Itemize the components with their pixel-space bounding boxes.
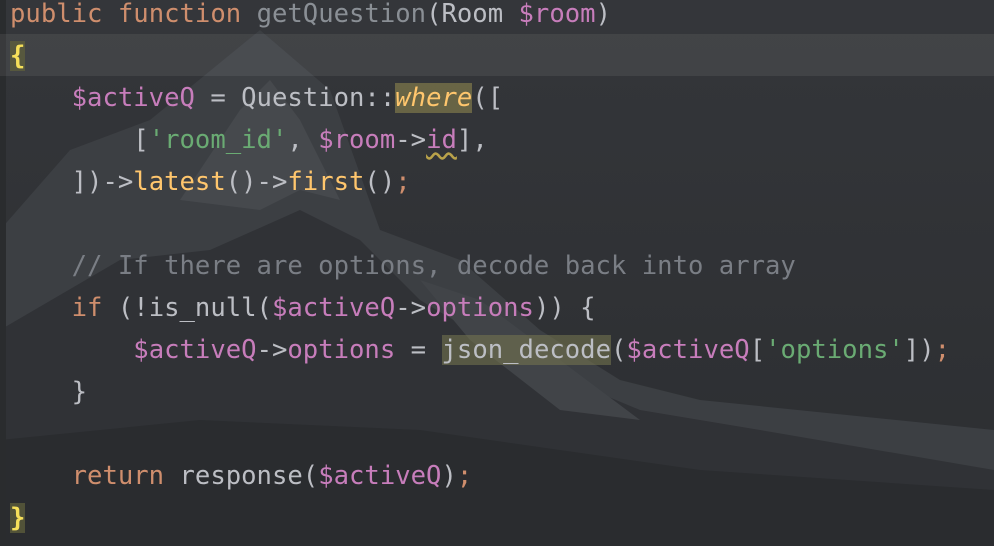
code-line[interactable]: if (!is_null($activeQ->options)) { (10, 294, 950, 336)
code-token: (!is_null( (102, 293, 272, 323)
code-token: id (426, 125, 457, 155)
code-token: ()-> (225, 167, 288, 197)
code-token: ], (456, 125, 488, 155)
code-token: $activeQ (133, 335, 257, 365)
code-token: ) (441, 461, 457, 491)
code-line[interactable]: ['room_id', $room->id], (10, 126, 950, 168)
code-token: return (71, 461, 165, 491)
code-token: ; (395, 167, 411, 197)
code-token: ; (934, 335, 951, 365)
code-token: { (10, 41, 26, 71)
code-token: 'room_id' (148, 125, 288, 155)
code-line[interactable] (10, 420, 950, 462)
code-token: first (287, 167, 365, 197)
code-token: $activeQ (626, 335, 750, 365)
code-token: (Room (426, 0, 519, 29)
code-token: [ (10, 125, 149, 155)
code-token: response( (164, 461, 319, 491)
code-token: $room (318, 125, 396, 155)
code-token: } (10, 503, 26, 533)
code-token: function (117, 0, 257, 29)
code-token: getQuestion (256, 0, 427, 29)
code-token: latest (133, 167, 226, 197)
code-token: json_decode (441, 335, 611, 365)
code-token: where (395, 83, 473, 113)
code-line[interactable]: $activeQ->options = json_decode($activeQ… (10, 335, 951, 378)
code-editor[interactable]: public function getQuestion(Room $room){… (10, 0, 950, 546)
code-token: ) (595, 0, 611, 29)
code-token: $room (518, 0, 596, 29)
code-line[interactable]: } (10, 378, 950, 420)
code-token: )) { (533, 293, 596, 323)
gutter-strip (0, 0, 6, 540)
code-line[interactable] (10, 210, 950, 252)
code-line[interactable]: ])->latest()->first(); (10, 168, 950, 210)
code-token: public (10, 0, 118, 29)
code-token: $activeQ (271, 293, 396, 323)
code-token: options (287, 335, 396, 365)
code-token: ([ (472, 83, 504, 113)
code-token: if (71, 293, 103, 323)
code-token: [ (749, 335, 766, 365)
code-token: 'options' (765, 335, 904, 365)
code-line[interactable]: // If there are options, decode back int… (10, 252, 950, 294)
code-token: -> (395, 293, 427, 323)
code-token: = Question:: (194, 83, 396, 113)
code-line[interactable]: { (10, 41, 950, 84)
code-token: -> (395, 125, 427, 155)
code-token: options (426, 293, 534, 323)
code-line[interactable]: public function getQuestion(Room $room) (10, 0, 950, 42)
code-token: ; (456, 461, 473, 491)
code-token: ])-> (10, 167, 134, 197)
code-token: } (10, 377, 88, 407)
code-token: = (395, 335, 442, 365)
code-token: $activeQ (318, 461, 442, 491)
code-token: ( (611, 335, 627, 365)
code-token: $activeQ (71, 83, 195, 113)
code-token: , (287, 125, 319, 155)
code-token: () (364, 167, 396, 197)
code-token: ]) (903, 335, 935, 365)
code-line[interactable]: $activeQ = Question::where([ (10, 83, 950, 126)
code-token: // If there are options, decode back int… (10, 251, 796, 281)
code-token: -> (256, 335, 288, 365)
code-line[interactable]: return response($activeQ); (10, 462, 950, 504)
